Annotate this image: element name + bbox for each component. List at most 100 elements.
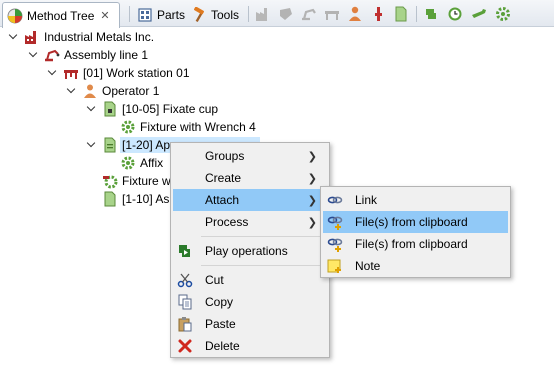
document-icon[interactable] (392, 5, 410, 23)
wrench-icon[interactable] (470, 5, 488, 23)
menu-item-label: Paste (205, 317, 236, 331)
scissors-icon (177, 272, 193, 288)
menu-item-label: Link (355, 193, 378, 207)
tree-node-affix[interactable]: Affix (120, 154, 163, 172)
submenu-arrow-icon: ❯ (307, 216, 317, 229)
tab-label: Method Tree (27, 8, 95, 23)
submenu-item-link[interactable]: Link (323, 189, 508, 211)
operator-icon[interactable] (346, 5, 364, 23)
toolbar-separator (129, 6, 130, 22)
tab-label: Parts (157, 7, 186, 22)
chevron-down-icon[interactable] (66, 85, 78, 97)
gear-tool-icon (120, 119, 136, 135)
gear-tool-icon (120, 155, 136, 171)
assembly-icon[interactable] (422, 5, 440, 23)
submenu-arrow-icon: ❯ (307, 194, 317, 207)
factory-icon[interactable] (254, 5, 272, 23)
menu-item-process[interactable]: Process ❯ (173, 211, 327, 233)
parts-icon (137, 7, 153, 23)
clock-icon[interactable] (446, 5, 464, 23)
submenu-item-note[interactable]: Note (323, 255, 508, 277)
submenu-arrow-icon: ❯ (307, 150, 317, 163)
toolbar-separator (416, 6, 417, 22)
workstation-icon[interactable] (323, 5, 341, 23)
menu-item-delete[interactable]: Delete (173, 335, 327, 357)
menu-item-paste[interactable]: Paste (173, 313, 327, 335)
menu-item-label: Process (205, 215, 249, 229)
tab-tools[interactable]: Tools (187, 2, 243, 27)
workstation-icon (63, 65, 79, 81)
menu-item-label: Attach (205, 193, 240, 207)
link-add-icon (327, 236, 343, 252)
robot-arm-icon (44, 47, 60, 63)
attach-submenu: Link File(s) from clipboard File(s) from… (320, 186, 511, 278)
cup-icon[interactable] (277, 5, 295, 23)
chevron-down-icon[interactable] (86, 139, 98, 151)
tree-node-company[interactable]: Industrial Metals Inc. (8, 28, 154, 46)
note-icon (327, 258, 343, 274)
menu-item-play-operations[interactable]: Play operations (173, 240, 327, 262)
tree-label: Fixture with Wrench 4 (140, 120, 256, 134)
method-tree-icon (7, 8, 23, 24)
context-menu: Groups ❯ Create ❯ Attach ❯ Process ❯ Pla… (170, 142, 330, 358)
menu-item-label: Groups (205, 149, 245, 163)
tab-method-tree[interactable]: Method Tree ✕ (2, 2, 120, 28)
chevron-down-icon[interactable] (8, 31, 20, 43)
tree-label: Affix (140, 156, 164, 170)
menu-item-attach[interactable]: Attach ❯ (173, 189, 327, 211)
menu-item-label: Copy (205, 295, 234, 309)
tree-label: [10-05] Fixate cup (122, 102, 219, 116)
copy-icon (177, 294, 193, 310)
menu-separator (201, 265, 323, 266)
menu-item-copy[interactable]: Copy (173, 291, 327, 313)
operation-document-icon (102, 101, 118, 117)
tree-node-assembly-line[interactable]: Assembly line 1 (28, 46, 148, 64)
robot-arm-icon[interactable] (300, 5, 318, 23)
tree-node-operation-as[interactable]: [1-10] As (102, 190, 169, 208)
chevron-down-icon[interactable] (47, 67, 59, 79)
factory-icon (24, 29, 40, 45)
submenu-item-files-from-clipboard-2[interactable]: File(s) from clipboard (323, 233, 508, 255)
link-add-icon (327, 214, 343, 230)
tree-label: Fixture w (122, 174, 171, 188)
tree-label: [1-10] As (122, 192, 170, 206)
toolbar-separator (248, 6, 249, 22)
menu-item-cut[interactable]: Cut (173, 269, 327, 291)
tool-icon[interactable] (369, 5, 387, 23)
chevron-down-icon[interactable] (28, 49, 40, 61)
menu-item-label: File(s) from clipboard (355, 237, 468, 251)
tree-node-operator[interactable]: Operator 1 (66, 82, 159, 100)
tree-label: Assembly line 1 (64, 48, 149, 62)
operation-document-icon (102, 137, 118, 153)
operator-icon (82, 83, 98, 99)
view-tab-bar: Method Tree ✕ Parts Tools (0, 0, 554, 28)
submenu-arrow-icon: ❯ (307, 172, 317, 185)
play-operations-icon (177, 243, 193, 259)
menu-item-label: Play operations (205, 244, 288, 258)
tab-parts[interactable]: Parts (133, 2, 185, 27)
menu-item-label: File(s) from clipboard (355, 215, 468, 229)
fixture-tool-icon (102, 173, 118, 189)
menu-item-label: Delete (205, 339, 240, 353)
tree-node-work-station[interactable]: [01] Work station 01 (47, 64, 190, 82)
tree-label: Operator 1 (102, 84, 160, 98)
tree-node-fixture-wrench[interactable]: Fixture with Wrench 4 (120, 118, 256, 136)
operation-document-icon (102, 191, 118, 207)
close-icon[interactable]: ✕ (100, 9, 109, 22)
gear-icon[interactable] (494, 5, 512, 23)
menu-item-create[interactable]: Create ❯ (173, 167, 327, 189)
menu-item-label: Create (205, 171, 242, 185)
link-icon (327, 192, 343, 208)
tree-label: Industrial Metals Inc. (44, 30, 155, 44)
tab-label: Tools (211, 7, 240, 22)
paste-icon (177, 316, 193, 332)
delete-icon (177, 338, 193, 354)
menu-item-label: Note (355, 259, 381, 273)
submenu-item-files-from-clipboard[interactable]: File(s) from clipboard (323, 211, 508, 233)
tree-node-operation-fixate-cup[interactable]: [10-05] Fixate cup (86, 100, 218, 118)
menu-separator (201, 236, 323, 237)
menu-item-groups[interactable]: Groups ❯ (173, 145, 327, 167)
chevron-down-icon[interactable] (86, 103, 98, 115)
tree-node-fixture[interactable]: Fixture w (102, 172, 171, 190)
hammer-icon (191, 6, 207, 23)
